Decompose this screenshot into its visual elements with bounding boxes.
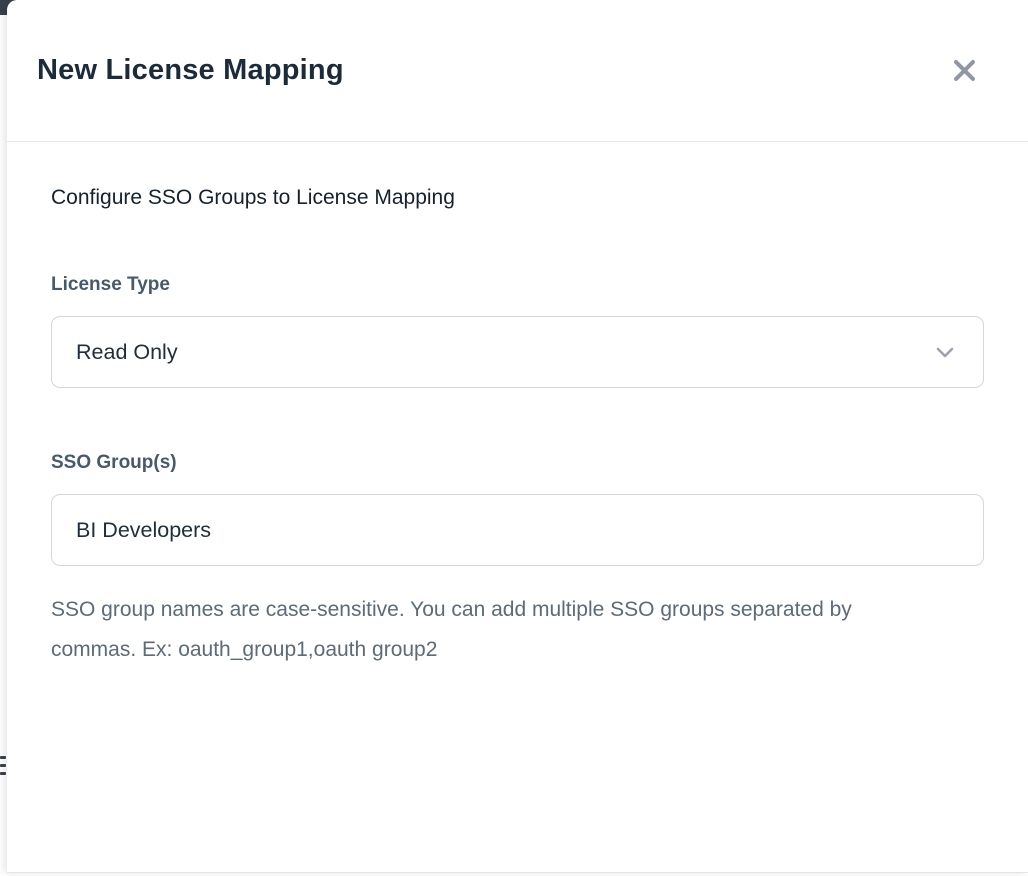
background-list-icon bbox=[0, 756, 6, 780]
sso-groups-label: SSO Group(s) bbox=[51, 452, 984, 474]
modal-body: Configure SSO Groups to License Mapping … bbox=[7, 142, 1028, 670]
modal-header: New License Mapping bbox=[7, 0, 1028, 142]
license-type-label: License Type bbox=[51, 274, 984, 296]
chevron-down-icon bbox=[933, 340, 957, 364]
license-type-selected-value: Read Only bbox=[76, 340, 178, 365]
new-license-mapping-modal: New License Mapping Configure SSO Groups… bbox=[7, 0, 1028, 873]
modal-subtitle: Configure SSO Groups to License Mapping bbox=[51, 186, 984, 210]
sso-groups-help-text: SSO group names are case-sensitive. You … bbox=[51, 590, 896, 670]
screen: New License Mapping Configure SSO Groups… bbox=[0, 0, 1028, 876]
close-icon bbox=[951, 57, 978, 84]
license-type-select[interactable]: Read Only bbox=[51, 316, 984, 388]
close-button[interactable] bbox=[945, 51, 984, 90]
modal-title: New License Mapping bbox=[37, 54, 344, 87]
sso-groups-input[interactable] bbox=[51, 494, 984, 566]
sso-groups-field: SSO Group(s) SSO group names are case-se… bbox=[51, 452, 984, 670]
license-type-field: License Type Read Only bbox=[51, 274, 984, 388]
